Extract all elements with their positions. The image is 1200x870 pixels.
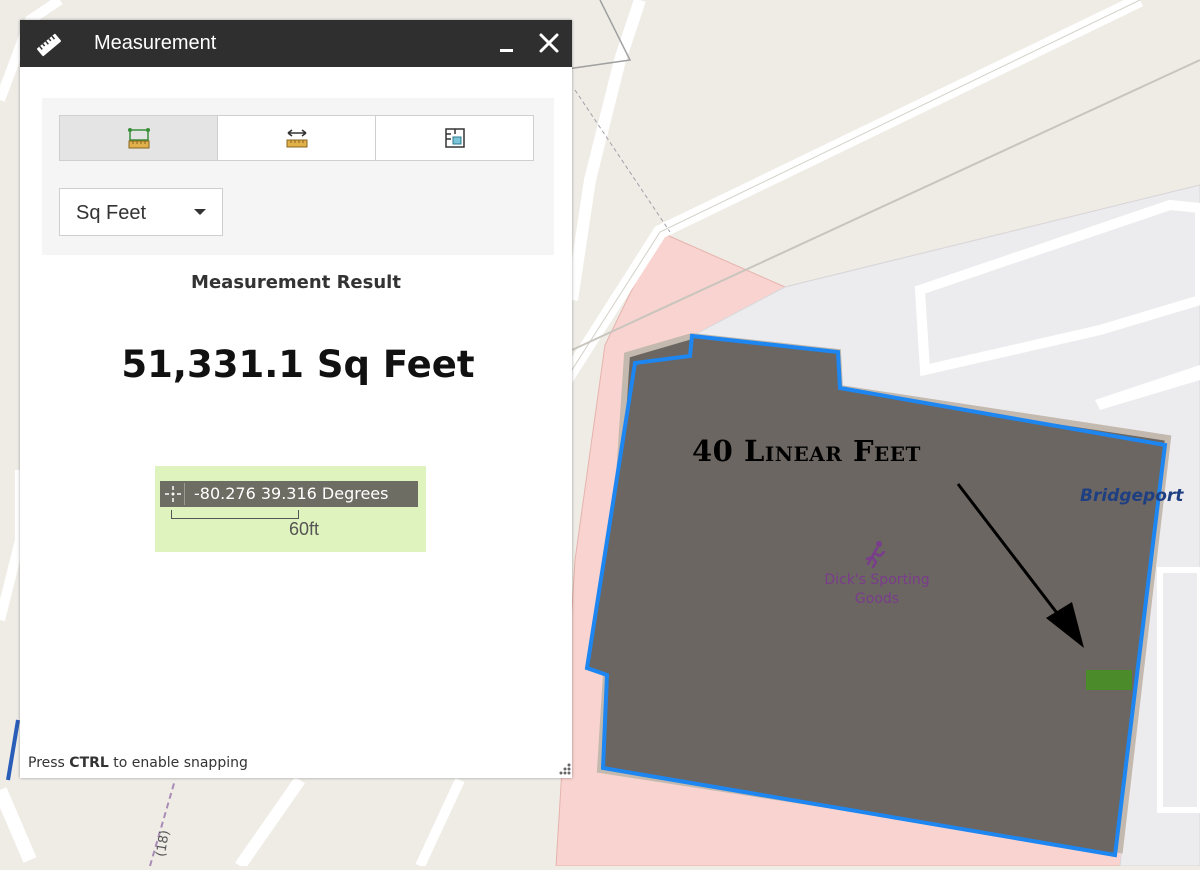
hint-prefix: Press: [28, 755, 70, 771]
result-value: 51,331.1 Sq Feet: [121, 343, 475, 386]
widget-title: Measurement: [94, 32, 217, 54]
close-icon: [539, 33, 559, 53]
distance-measure-icon: [286, 129, 307, 148]
hint-key: CTRL: [69, 755, 109, 771]
tool-area: Sq Feet: [42, 98, 554, 255]
widget-header[interactable]: Measurement: [20, 20, 572, 67]
running-person-icon: [864, 540, 890, 569]
poi-label-line1: Dick's Sporting: [824, 572, 930, 588]
scale-bar: [171, 510, 299, 519]
close-button[interactable]: [534, 26, 564, 60]
location-measure-icon: [444, 128, 465, 148]
poi-label[interactable]: Dick's Sporting Goods: [810, 571, 944, 609]
distance-tool-button[interactable]: [218, 116, 376, 160]
crosshair-icon[interactable]: [162, 483, 185, 505]
minimize-button[interactable]: [492, 26, 522, 60]
highlight-segment: [1086, 670, 1132, 690]
unit-selected-value: Sq Feet: [76, 202, 147, 224]
coordinate-text: -80.276 39.316 Degrees: [194, 484, 389, 503]
area-measure-icon: [127, 128, 150, 149]
resize-handle-icon[interactable]: [558, 760, 572, 776]
poi-label-line2: Goods: [854, 591, 900, 607]
coordinate-bar: -80.276 39.316 Degrees: [160, 481, 418, 507]
area-tool-button[interactable]: [60, 116, 218, 160]
result-label: Measurement Result: [191, 272, 401, 293]
chevron-down-icon: [194, 209, 206, 215]
annotation-text: 40 Linear Feet: [692, 434, 921, 468]
hint-suffix: to enable snapping: [108, 755, 248, 771]
ruler-icon: [35, 32, 63, 58]
measurement-widget: Measurement Sq Feet Measurement Result 5…: [20, 20, 572, 778]
coordinate-readout: -80.276 39.316 Degrees 60ft: [155, 466, 426, 552]
scale-label: 60ft: [289, 519, 320, 539]
minimize-icon: [500, 49, 513, 52]
location-tool-button[interactable]: [376, 116, 533, 160]
city-label: Bridgeport: [1080, 486, 1184, 506]
unit-dropdown[interactable]: Sq Feet: [59, 188, 223, 236]
snapping-hint: Press CTRL to enable snapping: [28, 755, 248, 771]
measurement-tool-group: [59, 115, 534, 161]
